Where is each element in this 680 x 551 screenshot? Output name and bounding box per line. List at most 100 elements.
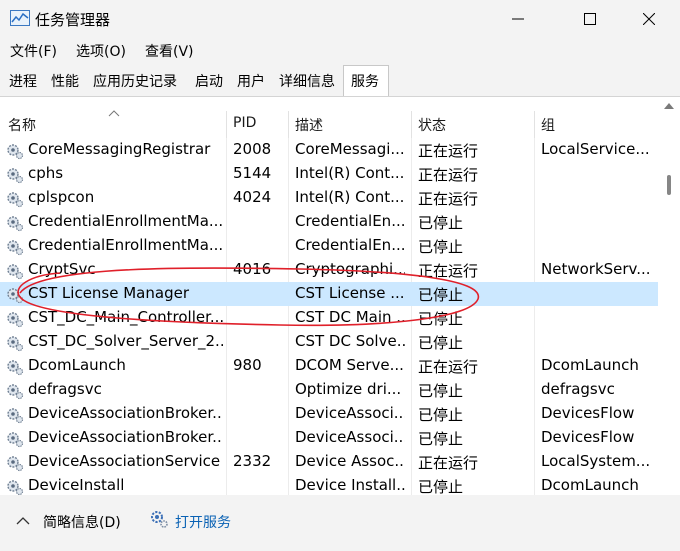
table-header: 名称 PID 描述 状态 组: [0, 97, 658, 138]
column-divider[interactable]: [288, 111, 289, 138]
close-button[interactable]: [626, 0, 672, 38]
table-row[interactable]: CoreMessagingRegistrar 2008 CoreMessagi...…: [0, 138, 658, 162]
cell-group: DevicesFlow: [541, 428, 635, 446]
cell-status: 已停止: [418, 382, 464, 400]
tab-services[interactable]: 服务: [351, 71, 379, 91]
service-gear-icon: [6, 214, 24, 232]
table-row[interactable]: cplspcon 4024 Intel(R) Cont... 正在运行: [0, 186, 658, 210]
tab-users[interactable]: 用户: [237, 71, 265, 91]
cell-group: DcomLaunch: [541, 356, 639, 374]
cell-status: 已停止: [418, 406, 464, 424]
cell-status: 正在运行: [418, 166, 479, 184]
footer-bar: 简略信息(D) 打开服务: [0, 495, 680, 551]
maximize-icon: [584, 13, 596, 25]
tab-details[interactable]: 详细信息: [279, 71, 335, 91]
cell-description: CredentialEn...: [295, 212, 405, 230]
service-gear-icon: [6, 286, 24, 304]
cell-status: 已停止: [418, 430, 464, 448]
chevron-up-icon[interactable]: [16, 517, 30, 525]
cell-status: 已停止: [418, 286, 464, 304]
cell-pid: 4024: [233, 188, 272, 206]
column-header-name[interactable]: 名称: [8, 115, 36, 135]
cell-status: 正在运行: [418, 190, 479, 208]
minimize-icon: [512, 18, 524, 20]
service-gear-icon: [6, 166, 24, 184]
scrollbar-thumb[interactable]: [667, 175, 671, 195]
cell-description: Device Install...: [295, 476, 405, 494]
service-gear-icon: [6, 478, 24, 495]
column-header-description[interactable]: 描述: [295, 115, 323, 135]
tab-startup[interactable]: 启动: [195, 71, 223, 91]
cell-name: DeviceAssociationBroker...: [28, 428, 223, 446]
maximize-button[interactable]: [567, 0, 613, 38]
cell-group: LocalService...: [541, 140, 650, 158]
column-divider[interactable]: [411, 111, 412, 138]
cell-description: Cryptographi...: [295, 260, 405, 278]
cell-pid: 980: [233, 356, 262, 374]
cell-description: Optimize dri...: [295, 380, 402, 398]
table-row[interactable]: CST_DC_Solver_Server_2... CST DC Solve...…: [0, 330, 658, 354]
table-row[interactable]: CryptSvc 4016 Cryptographi... 正在运行 NetworkSe…: [0, 258, 658, 282]
table-row[interactable]: CST License Manager CST License ... 已停止: [0, 282, 658, 306]
menu-file[interactable]: 文件(F): [10, 41, 57, 61]
menu-bar: 文件(F) 选项(O) 查看(V): [0, 38, 680, 64]
cell-name: CST License Manager: [28, 284, 189, 302]
services-panel: 名称 PID 描述 状态 组 CoreMessagingRegistrar 200…: [0, 96, 680, 496]
fewer-details-button[interactable]: 简略信息(D): [43, 512, 121, 532]
cell-name: DeviceInstall: [28, 476, 125, 494]
cell-name: DeviceAssociationService: [28, 452, 221, 470]
tab-performance[interactable]: 性能: [51, 71, 79, 91]
cell-pid: 2008: [233, 140, 272, 158]
cell-description: DeviceAssoci...: [295, 404, 405, 422]
column-header-pid[interactable]: PID: [233, 115, 256, 131]
service-gear-icon: [6, 382, 24, 400]
cell-name: CredentialEnrollmentMa...: [28, 212, 223, 230]
column-header-group[interactable]: 组: [541, 115, 555, 135]
cell-name: cphs: [28, 164, 64, 182]
column-header-status[interactable]: 状态: [418, 115, 446, 135]
table-row[interactable]: CredentialEnrollmentMa... CredentialEn...…: [0, 234, 658, 258]
column-divider[interactable]: [534, 111, 535, 138]
table-row[interactable]: CredentialEnrollmentMa... CredentialEn...…: [0, 210, 658, 234]
cell-name: CryptSvc: [28, 260, 96, 278]
cell-group: LocalSystem...: [541, 452, 651, 470]
column-divider[interactable]: [226, 111, 227, 138]
service-gear-icon: [6, 238, 24, 256]
table-row[interactable]: DeviceAssociationBroker... DeviceAssoci..…: [0, 426, 658, 450]
cell-pid: 4016: [233, 260, 272, 278]
minimize-button[interactable]: [495, 0, 541, 38]
menu-options[interactable]: 选项(O): [76, 41, 126, 61]
cell-status: 已停止: [418, 310, 464, 328]
table-row[interactable]: DeviceInstall Device Install... 已停止 DcomLau…: [0, 474, 658, 496]
scroll-up-icon[interactable]: [664, 103, 674, 109]
cell-status: 正在运行: [418, 262, 479, 280]
title-bar: 任务管理器: [0, 0, 680, 38]
cell-name: cplspcon: [28, 188, 95, 206]
menu-view[interactable]: 查看(V): [145, 41, 194, 61]
tab-app-history[interactable]: 应用历史记录: [93, 71, 177, 91]
cell-name: defragsvc: [28, 380, 102, 398]
cell-name: DeviceAssociationBroker...: [28, 404, 223, 422]
cell-pid: 2332: [233, 452, 272, 470]
service-gear-icon: [6, 430, 24, 448]
table-row[interactable]: DeviceAssociationBroker... DeviceAssoci..…: [0, 402, 658, 426]
tab-processes[interactable]: 进程: [9, 71, 37, 91]
cell-status: 已停止: [418, 478, 464, 496]
table-row[interactable]: DeviceAssociationService 2332 Device Assoc…: [0, 450, 658, 474]
window-title: 任务管理器: [35, 11, 111, 29]
table-row[interactable]: DcomLaunch 980 DCOM Serve... 正在运行 DcomLaunch: [0, 354, 658, 378]
table-row[interactable]: CST_DC_Main_Controller... CST DC Main ...…: [0, 306, 658, 330]
table-row[interactable]: cphs 5144 Intel(R) Cont... 正在运行: [0, 162, 658, 186]
table-row[interactable]: defragsvc Optimize dri... 已停止 defragsvc: [0, 378, 658, 402]
cell-description: DCOM Serve...: [295, 356, 404, 374]
services-gear-icon: [151, 511, 168, 528]
cell-name: CST_DC_Solver_Server_2...: [28, 332, 223, 350]
service-gear-icon: [6, 358, 24, 376]
vertical-scrollbar[interactable]: [658, 97, 680, 495]
cell-description: CST DC Main ...: [295, 308, 405, 326]
service-gear-icon: [6, 262, 24, 280]
close-icon: [643, 13, 655, 25]
cell-group: DevicesFlow: [541, 404, 635, 422]
sort-ascending-icon: [108, 110, 120, 117]
open-services-link[interactable]: 打开服务: [175, 512, 231, 532]
